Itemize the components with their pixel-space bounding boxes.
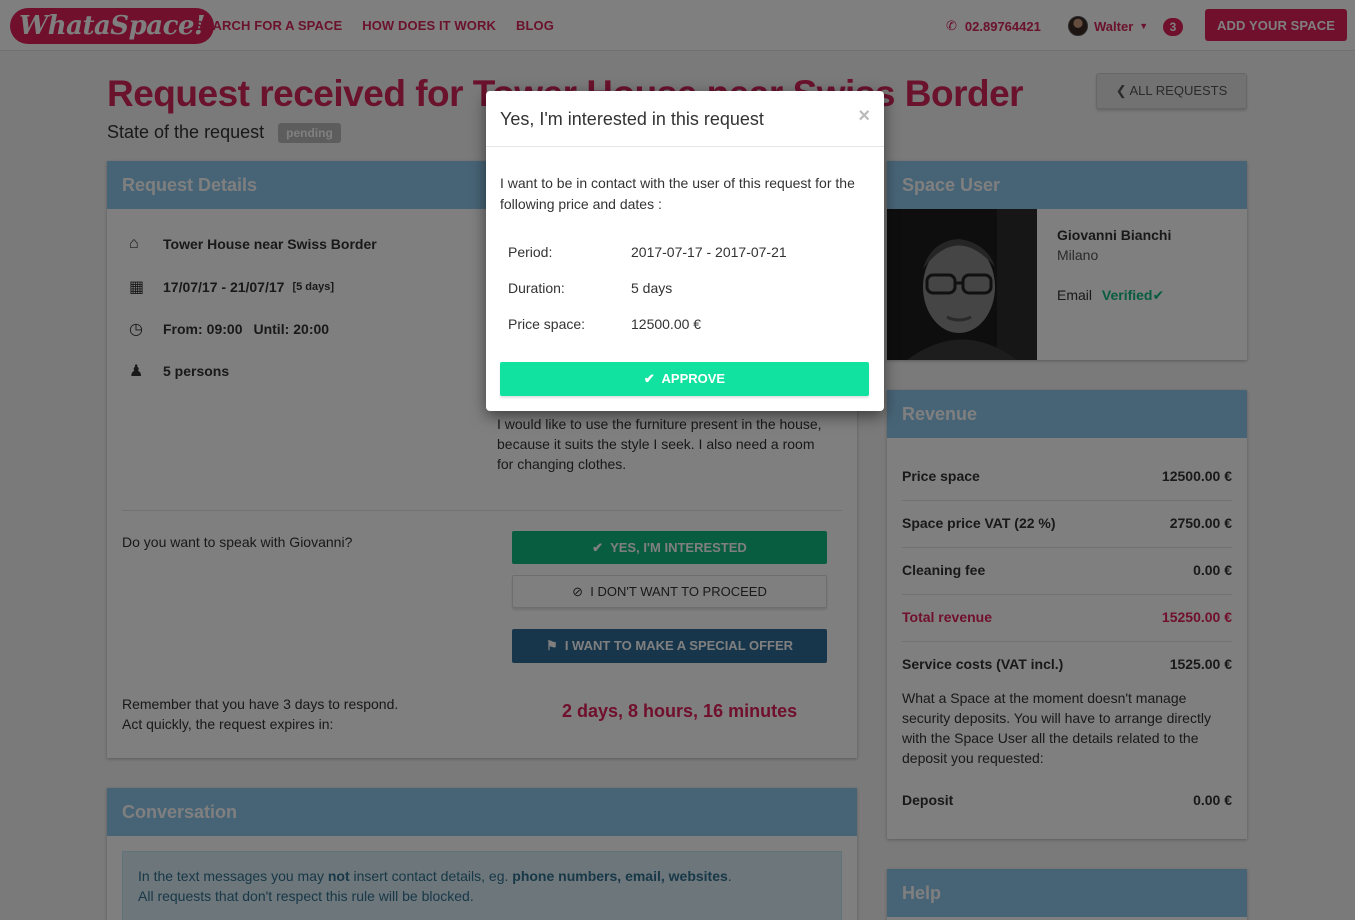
period-value: 2017-07-17 - 2017-07-21 — [631, 244, 787, 260]
price-label: Price space: — [508, 316, 586, 332]
modal-header: Yes, I'm interested in this request × — [486, 91, 884, 147]
approve-label: APPROVE — [661, 371, 726, 386]
price-value: 12500.00 € — [631, 316, 702, 332]
modal-title: Yes, I'm interested in this request — [500, 109, 764, 129]
period-label: Period: — [508, 244, 553, 260]
interest-modal: Yes, I'm interested in this request × I … — [486, 91, 884, 411]
duration-label: Duration: — [508, 280, 565, 296]
approve-button[interactable]: ✔ APPROVE — [500, 362, 869, 396]
modal-intro: I want to be in contact with the user of… — [500, 175, 855, 212]
close-icon[interactable]: × — [858, 105, 870, 128]
check-icon: ✔ — [643, 371, 655, 386]
duration-value: 5 days — [631, 280, 673, 296]
